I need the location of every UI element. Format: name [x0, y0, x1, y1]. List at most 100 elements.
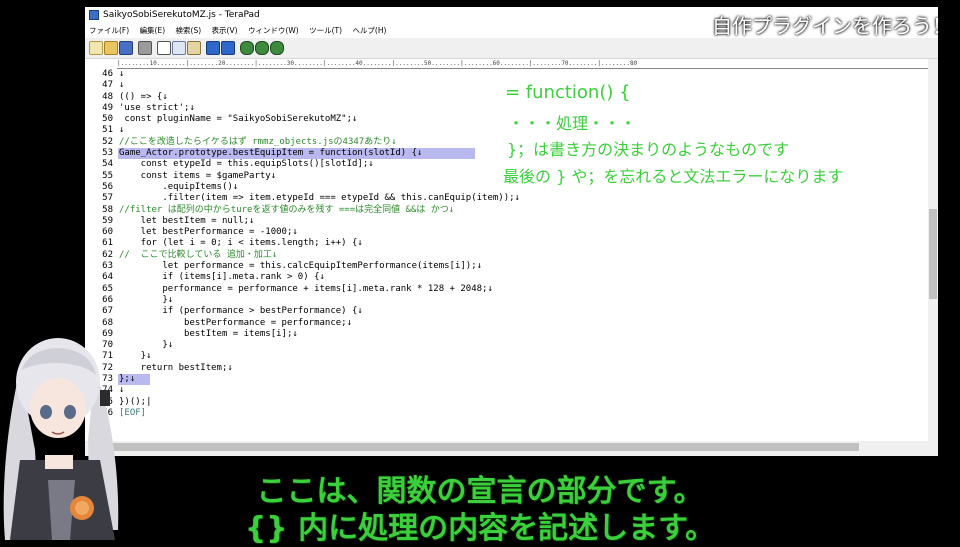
line-text: let bestPerformance = -1000;↓ — [119, 227, 298, 238]
find-prev-icon[interactable] — [270, 41, 284, 55]
line-number: 66 — [102, 294, 113, 305]
line-text: let bestItem = null;↓ — [119, 215, 255, 226]
line-text: bestItem = items[i];↓ — [119, 328, 298, 339]
line-number: 52 — [102, 136, 113, 147]
line-number: 49 — [102, 102, 113, 113]
code-line[interactable]: 46 ↓ — [85, 69, 928, 80]
code-line[interactable]: 63 let performance = this.calcEquipItemP… — [85, 261, 928, 272]
line-text: for (let i = 0; i < items.length; i++) {… — [119, 238, 363, 249]
line-text: const pluginName = "SaikyoSobiSerekutoMZ… — [119, 114, 358, 125]
line-number: 56 — [102, 181, 113, 192]
code-line[interactable]: 73};↓ — [85, 374, 928, 386]
line-text: return bestItem;↓ — [119, 362, 233, 373]
code-line[interactable]: 61 for (let i = 0; i < items.length; i++… — [85, 238, 928, 249]
code-line[interactable]: 58 //filter は配列の中からtureを返す値のみを残す ===は完全同値… — [85, 205, 928, 216]
line-number: 57 — [102, 193, 113, 204]
code-line[interactable]: 62 // ここで比較している 追加・加工↓ — [85, 250, 928, 261]
code-line[interactable]: 67 if (performance > bestPerformance) {↓ — [85, 306, 928, 317]
cut-icon[interactable] — [157, 41, 171, 55]
code-line[interactable]: 71 }↓ — [85, 351, 928, 362]
annotation-line-4: 最後の } や；を忘れると文法エラーになります — [503, 167, 844, 186]
line-text: performance = performance + items[i].met… — [119, 283, 493, 294]
line-text: let performance = this.calcEquipItemPerf… — [119, 261, 483, 272]
print-icon[interactable] — [138, 41, 152, 55]
line-number: 50 — [102, 114, 113, 125]
menu-search[interactable]: 検索(S) — [176, 26, 202, 35]
line-text: const items = $gameParty↓ — [119, 170, 277, 181]
line-text: ↓ — [119, 69, 125, 79]
code-line[interactable]: 50 const pluginName = "SaikyoSobiSerekut… — [85, 114, 928, 125]
line-text: .equipItems()↓ — [119, 181, 239, 192]
code-line[interactable]: 65 performance = performance + items[i].… — [85, 284, 928, 295]
text-editor-area[interactable]: |........10........|........20........|.… — [85, 59, 928, 441]
line-text: // ここで比較している 追加・加工↓ — [119, 249, 278, 260]
subtitle-line-2: {} 内に処理の内容を記述します。 — [244, 511, 716, 546]
code-line[interactable]: 57 .filter(item => item.etypeId === etyp… — [85, 193, 928, 204]
annotation-line-2: ・・・処理・・・ — [508, 114, 637, 133]
code-line[interactable]: 75})();| — [85, 397, 928, 408]
find-next-icon[interactable] — [255, 41, 269, 55]
menu-help[interactable]: ヘルプ(H) — [352, 26, 386, 35]
line-number: 54 — [102, 159, 113, 170]
line-number: 62 — [102, 249, 113, 260]
line-number: 58 — [102, 204, 113, 215]
annotation-line-1: = function() { — [505, 82, 631, 103]
menu-tools[interactable]: ツール(T) — [309, 26, 342, 35]
code-line[interactable]: 76 [EOF] — [85, 408, 928, 419]
menu-edit[interactable]: 編集(E) — [140, 26, 166, 35]
menu-file[interactable]: ファイル(F) — [89, 26, 129, 35]
line-number: 59 — [102, 215, 113, 226]
line-text: Game_Actor.prototype.bestEquipItem = fun… — [119, 148, 423, 159]
line-number: 68 — [102, 317, 113, 328]
paste-icon[interactable] — [187, 41, 201, 55]
line-number: 61 — [102, 238, 113, 249]
line-number: 51 — [102, 125, 113, 136]
code-line[interactable]: 69 bestItem = items[i];↓ — [85, 329, 928, 340]
line-text: const etypeId = this.equipSlots()[slotId… — [119, 159, 374, 170]
terapad-window: SaikyoSobiSerekutoMZ.js - TeraPad ファイル(F… — [85, 7, 938, 456]
redo-icon[interactable] — [221, 41, 235, 55]
code-line[interactable]: 64 if (items[i].meta.rank > 0) {↓ — [85, 272, 928, 283]
line-text: }↓ — [119, 294, 174, 305]
line-text: //ここを改造したらイケるはず rmmz_objects.jsの4347あたり↓ — [119, 136, 397, 147]
line-number: 53 — [102, 148, 113, 159]
line-text: 'use strict';↓ — [119, 102, 195, 113]
terapad-app-icon — [89, 10, 99, 20]
open-folder-icon[interactable] — [104, 41, 118, 55]
code-line[interactable]: 70 }↓ — [85, 340, 928, 351]
line-number: 48 — [102, 91, 113, 102]
line-text: //filter は配列の中からtureを返す値のみを残す ===は完全同値 &… — [119, 204, 455, 215]
code-line[interactable]: 68 bestPerformance = performance;↓ — [85, 318, 928, 329]
code-line[interactable]: 60 let bestPerformance = -1000;↓ — [85, 227, 928, 238]
line-text: if (items[i].meta.rank > 0) {↓ — [119, 272, 325, 283]
toolbar — [85, 38, 938, 59]
line-number: 63 — [102, 261, 113, 272]
line-text: ↓ — [119, 80, 125, 91]
line-number: 47 — [102, 80, 113, 91]
line-number: 46 — [102, 69, 113, 79]
code-line[interactable]: 59 let bestItem = null;↓ — [85, 216, 928, 227]
line-number: 55 — [102, 170, 113, 181]
line-number: 65 — [102, 283, 113, 294]
vertical-scroll-thumb[interactable] — [929, 209, 937, 299]
code-line[interactable]: 66 }↓ — [85, 295, 928, 306]
line-text: .filter(item => item.etypeId === etypeId… — [119, 193, 520, 204]
line-number: 64 — [102, 272, 113, 283]
menu-view[interactable]: 表示(V) — [212, 26, 238, 35]
find-icon[interactable] — [240, 41, 254, 55]
horizontal-scrollbar[interactable] — [85, 441, 928, 453]
code-line[interactable]: 49 'use strict';↓ — [85, 103, 928, 114]
new-file-icon[interactable] — [89, 41, 103, 55]
code-lines: 46 ↓ 47 ↓ 48(() => {↓ 49'use strict';↓ 50 cons… — [85, 69, 928, 419]
horizontal-scroll-thumb[interactable] — [99, 443, 859, 451]
save-icon[interactable] — [119, 41, 133, 55]
line-text: if (performance > bestPerformance) {↓ — [119, 306, 363, 317]
line-text: (() => {↓ — [119, 91, 168, 102]
copy-icon[interactable] — [172, 41, 186, 55]
code-line[interactable]: 74↓ — [85, 385, 928, 396]
line-number: 67 — [102, 306, 113, 317]
code-line[interactable]: 72 return bestItem;↓ — [85, 363, 928, 374]
undo-icon[interactable] — [206, 41, 220, 55]
vertical-scrollbar[interactable] — [928, 59, 938, 441]
menu-window[interactable]: ウィンドウ(W) — [248, 26, 299, 35]
